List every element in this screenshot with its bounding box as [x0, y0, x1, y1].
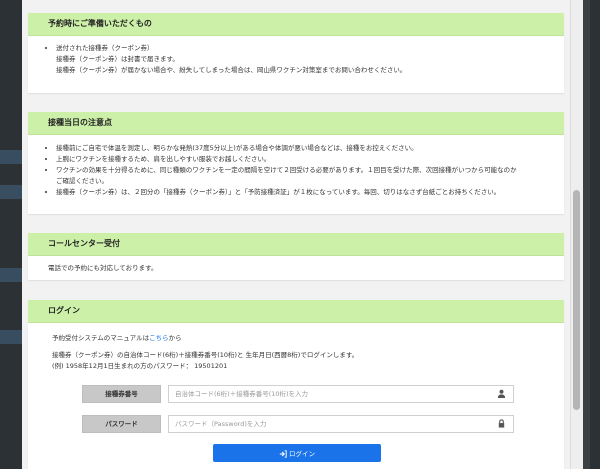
- manual-line: 予約受付システムのマニュアルはこちらから: [52, 333, 564, 344]
- login-button[interactable]: ログイン: [213, 444, 381, 462]
- background-window-strip: [0, 0, 22, 469]
- prep-line: 接種券（クーポン券）は封書で届きます。: [56, 55, 179, 63]
- day-note-item: 接種前にご自宅で体温を測定し、明らかな発熱(37度5分以上)がある場合や体調が悪…: [56, 143, 564, 154]
- scrollbar-thumb[interactable]: [573, 190, 580, 410]
- prep-line: 送付された接種券（クーポン券）: [56, 44, 154, 52]
- prep-line: 接種券（クーポン券）が届かない場合や、紛失してしまった場合は、岡山県ワクチン対策…: [56, 66, 407, 74]
- prep-panel-title: 予約時にご準備いただくもの: [28, 13, 564, 36]
- lock-icon: [498, 419, 505, 428]
- user-icon: [497, 389, 506, 398]
- call-center-text: 電話での予約にも対応しております。: [48, 264, 158, 272]
- day-note-item: 接種券（クーポン券）は、２回分の「接種券（クーポン券）」と「予防接種済証」が１枚…: [56, 187, 564, 198]
- day-note-line: ご確認ください。: [56, 177, 108, 185]
- coupon-label: 接種券番号: [82, 385, 161, 403]
- coupon-row: 接種券番号: [82, 385, 514, 403]
- coupon-input[interactable]: [168, 385, 514, 403]
- day-note-item: 上腕にワクチンを接種するため、肩を出しやすい服装でお越しください。: [56, 154, 564, 165]
- login-button-label: ログイン: [289, 450, 315, 458]
- login-example: (例) 1958年12月1日生まれの方のパスワード： 19501201: [52, 362, 228, 370]
- login-title: ログイン: [28, 300, 564, 323]
- call-center-panel: コールセンター受付 電話での予約にも対応しております。: [28, 233, 564, 280]
- vertical-scrollbar[interactable]: [570, 0, 583, 469]
- page-content: 予約時にご準備いただくもの 送付された接種券（クーポン券） 接種券（クーポン券）…: [22, 0, 570, 469]
- password-row: パスワード: [82, 415, 514, 433]
- password-label: パスワード: [82, 415, 161, 433]
- prep-item: 送付された接種券（クーポン券） 接種券（クーポン券）は封書で届きます。 接種券（…: [56, 43, 564, 76]
- background-window-edge: [590, 0, 600, 469]
- manual-suffix: から: [168, 334, 182, 342]
- prep-panel: 予約時にご準備いただくもの 送付された接種券（クーポン券） 接種券（クーポン券）…: [28, 13, 564, 93]
- day-notes-title: 接種当日の注意点: [28, 112, 564, 135]
- call-center-title: コールセンター受付: [28, 233, 564, 256]
- manual-link[interactable]: こちら: [149, 334, 169, 342]
- sign-in-icon: [279, 450, 287, 458]
- password-input[interactable]: [168, 415, 514, 433]
- login-instruction: 接種券（クーポン券）の自治体コード(6桁)＋接種券番号(10桁)と 生年月日(西…: [52, 351, 359, 359]
- day-notes-panel: 接種当日の注意点 接種前にご自宅で体温を測定し、明らかな発熱(37度5分以上)が…: [28, 112, 564, 214]
- manual-prefix: 予約受付システムのマニュアルは: [52, 334, 150, 342]
- day-note-item: ワクチンの効果を十分得るために、同じ種類のワクチンを一定の間隔を空けて２回受ける…: [56, 165, 564, 187]
- day-note-line: ワクチンの効果を十分得るために、同じ種類のワクチンを一定の間隔を空けて２回受ける…: [56, 166, 517, 174]
